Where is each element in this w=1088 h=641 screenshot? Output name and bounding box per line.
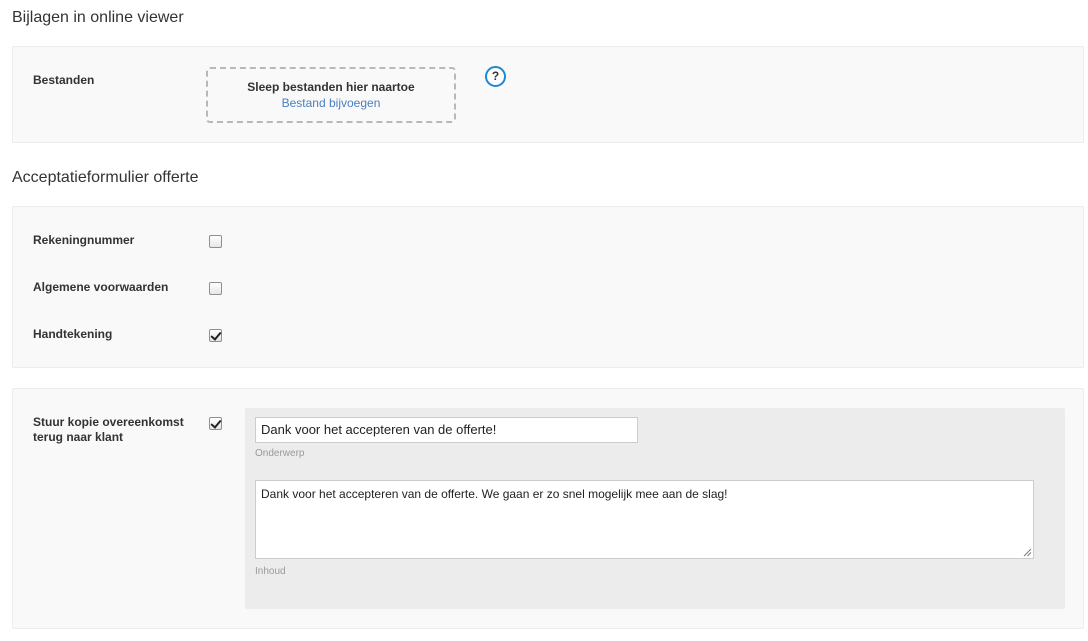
account-number-checkbox[interactable] (209, 235, 222, 248)
terms-label: Algemene voorwaarden (33, 280, 169, 294)
terms-checkbox[interactable] (209, 282, 222, 295)
file-dropzone[interactable]: Sleep bestanden hier naartoe Bestand bij… (206, 67, 456, 123)
body-caption: Inhoud (255, 566, 286, 577)
send-copy-checkbox[interactable] (209, 417, 222, 430)
resize-grip-icon[interactable] (1023, 548, 1032, 557)
subject-caption: Onderwerp (255, 448, 305, 459)
account-number-label: Rekeningnummer (33, 233, 135, 247)
signature-label: Handtekening (33, 327, 113, 341)
email-editor: Dank voor het accepteren van de offerte!… (245, 408, 1065, 609)
body-textarea[interactable]: Dank voor het accepteren van de offerte.… (255, 480, 1034, 559)
signature-checkbox[interactable] (209, 329, 222, 342)
body-text: Dank voor het accepteren van de offerte.… (261, 487, 728, 501)
files-label: Bestanden (33, 73, 95, 87)
send-copy-label-line1: Stuur kopie overeenkomst (33, 415, 184, 429)
send-copy-label-line2: terug naar klant (33, 430, 124, 444)
send-copy-label: Stuur kopie overeenkomst terug naar klan… (33, 415, 184, 445)
acceptance-section-title: Acceptatieformulier offerte (12, 169, 199, 186)
attachments-section-title: Bijlagen in online viewer (12, 9, 184, 26)
attach-file-link[interactable]: Bestand bijvoegen (208, 96, 454, 110)
help-icon[interactable]: ? (485, 66, 506, 87)
attachments-panel: Bestanden Sleep bestanden hier naartoe B… (12, 46, 1084, 143)
subject-input[interactable]: Dank voor het accepteren van de offerte! (255, 417, 638, 443)
acceptance-panel: Rekeningnummer Algemene voorwaarden Hand… (12, 206, 1084, 368)
dropzone-title: Sleep bestanden hier naartoe (247, 80, 415, 94)
send-copy-panel: Stuur kopie overeenkomst terug naar klan… (12, 388, 1084, 629)
